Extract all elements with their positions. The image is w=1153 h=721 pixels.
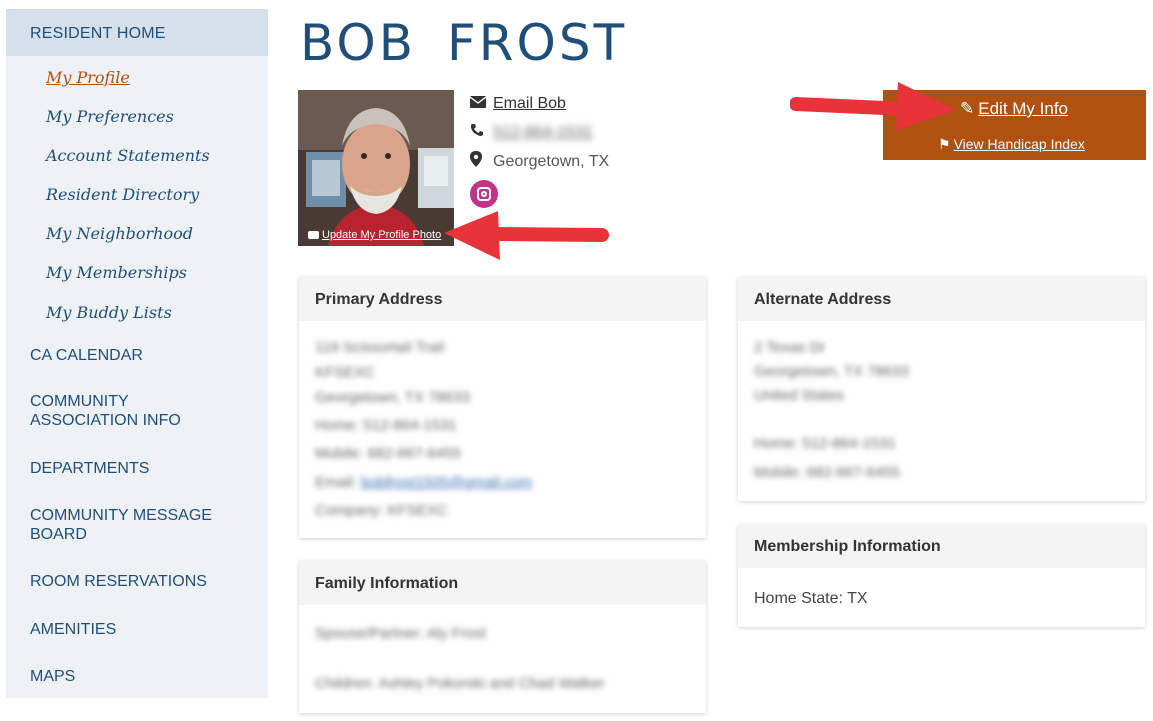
primary-city: Georgetown, TX 78633: [315, 389, 470, 406]
flag-icon: ⚑: [938, 136, 951, 152]
sidebar-item-my-neighborhood[interactable]: My Neighborhood: [46, 224, 193, 243]
pencil-icon: ✎: [960, 99, 975, 118]
primary-home-phone: Home: 512-864-1531: [315, 417, 457, 434]
edit-my-info-button[interactable]: ✎ Edit My Info: [960, 99, 1068, 119]
sidebar-item-resident-directory[interactable]: Resident Directory: [46, 185, 199, 204]
primary-company: Company: KFSEXC: [315, 502, 448, 519]
alternate-address-card: Alternate Address 2 Texas Dr Georgetown,…: [738, 277, 1145, 501]
instagram-lens-icon: [481, 191, 487, 197]
update-profile-photo-label: Update My Profile Photo: [322, 229, 442, 241]
sidebar-item-community-message-board[interactable]: COMMUNITY MESSAGE BOARD: [30, 506, 230, 544]
sidebar-item-account-statements[interactable]: Account Statements: [46, 146, 210, 165]
arrow-to-edit-icon: [790, 82, 956, 130]
instagram-icon[interactable]: [470, 180, 498, 208]
view-handicap-index-label: View Handicap Index: [953, 136, 1085, 152]
primary-mobile-phone: Mobile: 682-667-6455: [315, 445, 461, 462]
sidebar-item-ca-calendar[interactable]: CA CALENDAR: [30, 346, 255, 365]
phone-row: 512-864-1531: [470, 123, 593, 142]
sidebar-item-departments[interactable]: DEPARTMENTS: [30, 459, 255, 478]
location-row: Georgetown, TX: [470, 151, 609, 172]
alternate-home-phone: Home: 512-864-1531: [754, 435, 896, 452]
profile-photo[interactable]: [298, 90, 454, 246]
sidebar: RESIDENT HOME My Profile My Preferences …: [6, 9, 268, 698]
sidebar-item-my-preferences[interactable]: My Preferences: [46, 107, 174, 126]
update-profile-photo-link[interactable]: Update My Profile Photo: [308, 229, 441, 241]
sidebar-item-my-buddy-lists[interactable]: My Buddy Lists: [46, 303, 172, 322]
sidebar-item-resident-home[interactable]: RESIDENT HOME: [6, 9, 268, 56]
alternate-street: 2 Texas Dr: [754, 339, 826, 356]
camera-icon: [308, 231, 319, 239]
sidebar-item-maps[interactable]: MAPS: [30, 667, 255, 686]
alternate-address-title: Alternate Address: [738, 277, 1145, 321]
family-information-card: Family Information Spouse/Partner: Aly F…: [299, 561, 706, 713]
primary-address-card: Primary Address 119 Scissortail Trail KF…: [299, 277, 706, 538]
alternate-city: Georgetown, TX 78633: [754, 363, 909, 380]
envelope-icon: [469, 95, 488, 113]
location-text: Georgetown, TX: [493, 152, 610, 170]
email-row: Email Bob: [469, 95, 566, 113]
membership-information-card: Membership Information Home State: TX: [738, 524, 1145, 627]
family-children: Children: Ashley Pokorski and Chad Walke…: [315, 675, 605, 692]
sidebar-item-amenities[interactable]: AMENITIES: [30, 620, 255, 639]
family-spouse: Spouse/Partner: Aly Frost: [315, 625, 486, 642]
alternate-mobile-phone: Mobile: 682-667-6455: [754, 464, 900, 481]
phone-link[interactable]: 512-864-1531: [493, 124, 593, 142]
view-handicap-index-link[interactable]: ⚑ View Handicap Index: [938, 136, 1085, 153]
sidebar-item-community-association-info[interactable]: COMMUNITY ASSOCIATION INFO: [30, 392, 200, 430]
primary-street: 119 Scissortail Trail: [315, 339, 444, 356]
primary-address-title: Primary Address: [299, 277, 706, 321]
phone-icon: [470, 123, 488, 142]
membership-home-state: Home State: TX: [754, 590, 868, 607]
page-title: BOB FROST: [300, 14, 628, 72]
membership-information-title: Membership Information: [738, 524, 1145, 568]
edit-my-info-label: Edit My Info: [978, 99, 1069, 118]
sidebar-item-my-memberships[interactable]: My Memberships: [46, 263, 187, 282]
arrow-to-photo-icon: [444, 211, 609, 260]
primary-code: KFSEXC: [315, 364, 376, 381]
email-bob-link[interactable]: Email Bob: [493, 95, 566, 113]
family-information-title: Family Information: [299, 561, 706, 605]
map-marker-icon: [470, 151, 488, 172]
primary-email-link[interactable]: bobfrost1505@gmail.com: [361, 474, 532, 491]
sidebar-item-room-reservations[interactable]: ROOM RESERVATIONS: [30, 572, 255, 591]
primary-email-label: Email:: [315, 474, 357, 491]
sidebar-item-my-profile[interactable]: My Profile: [46, 68, 130, 87]
alternate-country: United States: [754, 387, 845, 404]
